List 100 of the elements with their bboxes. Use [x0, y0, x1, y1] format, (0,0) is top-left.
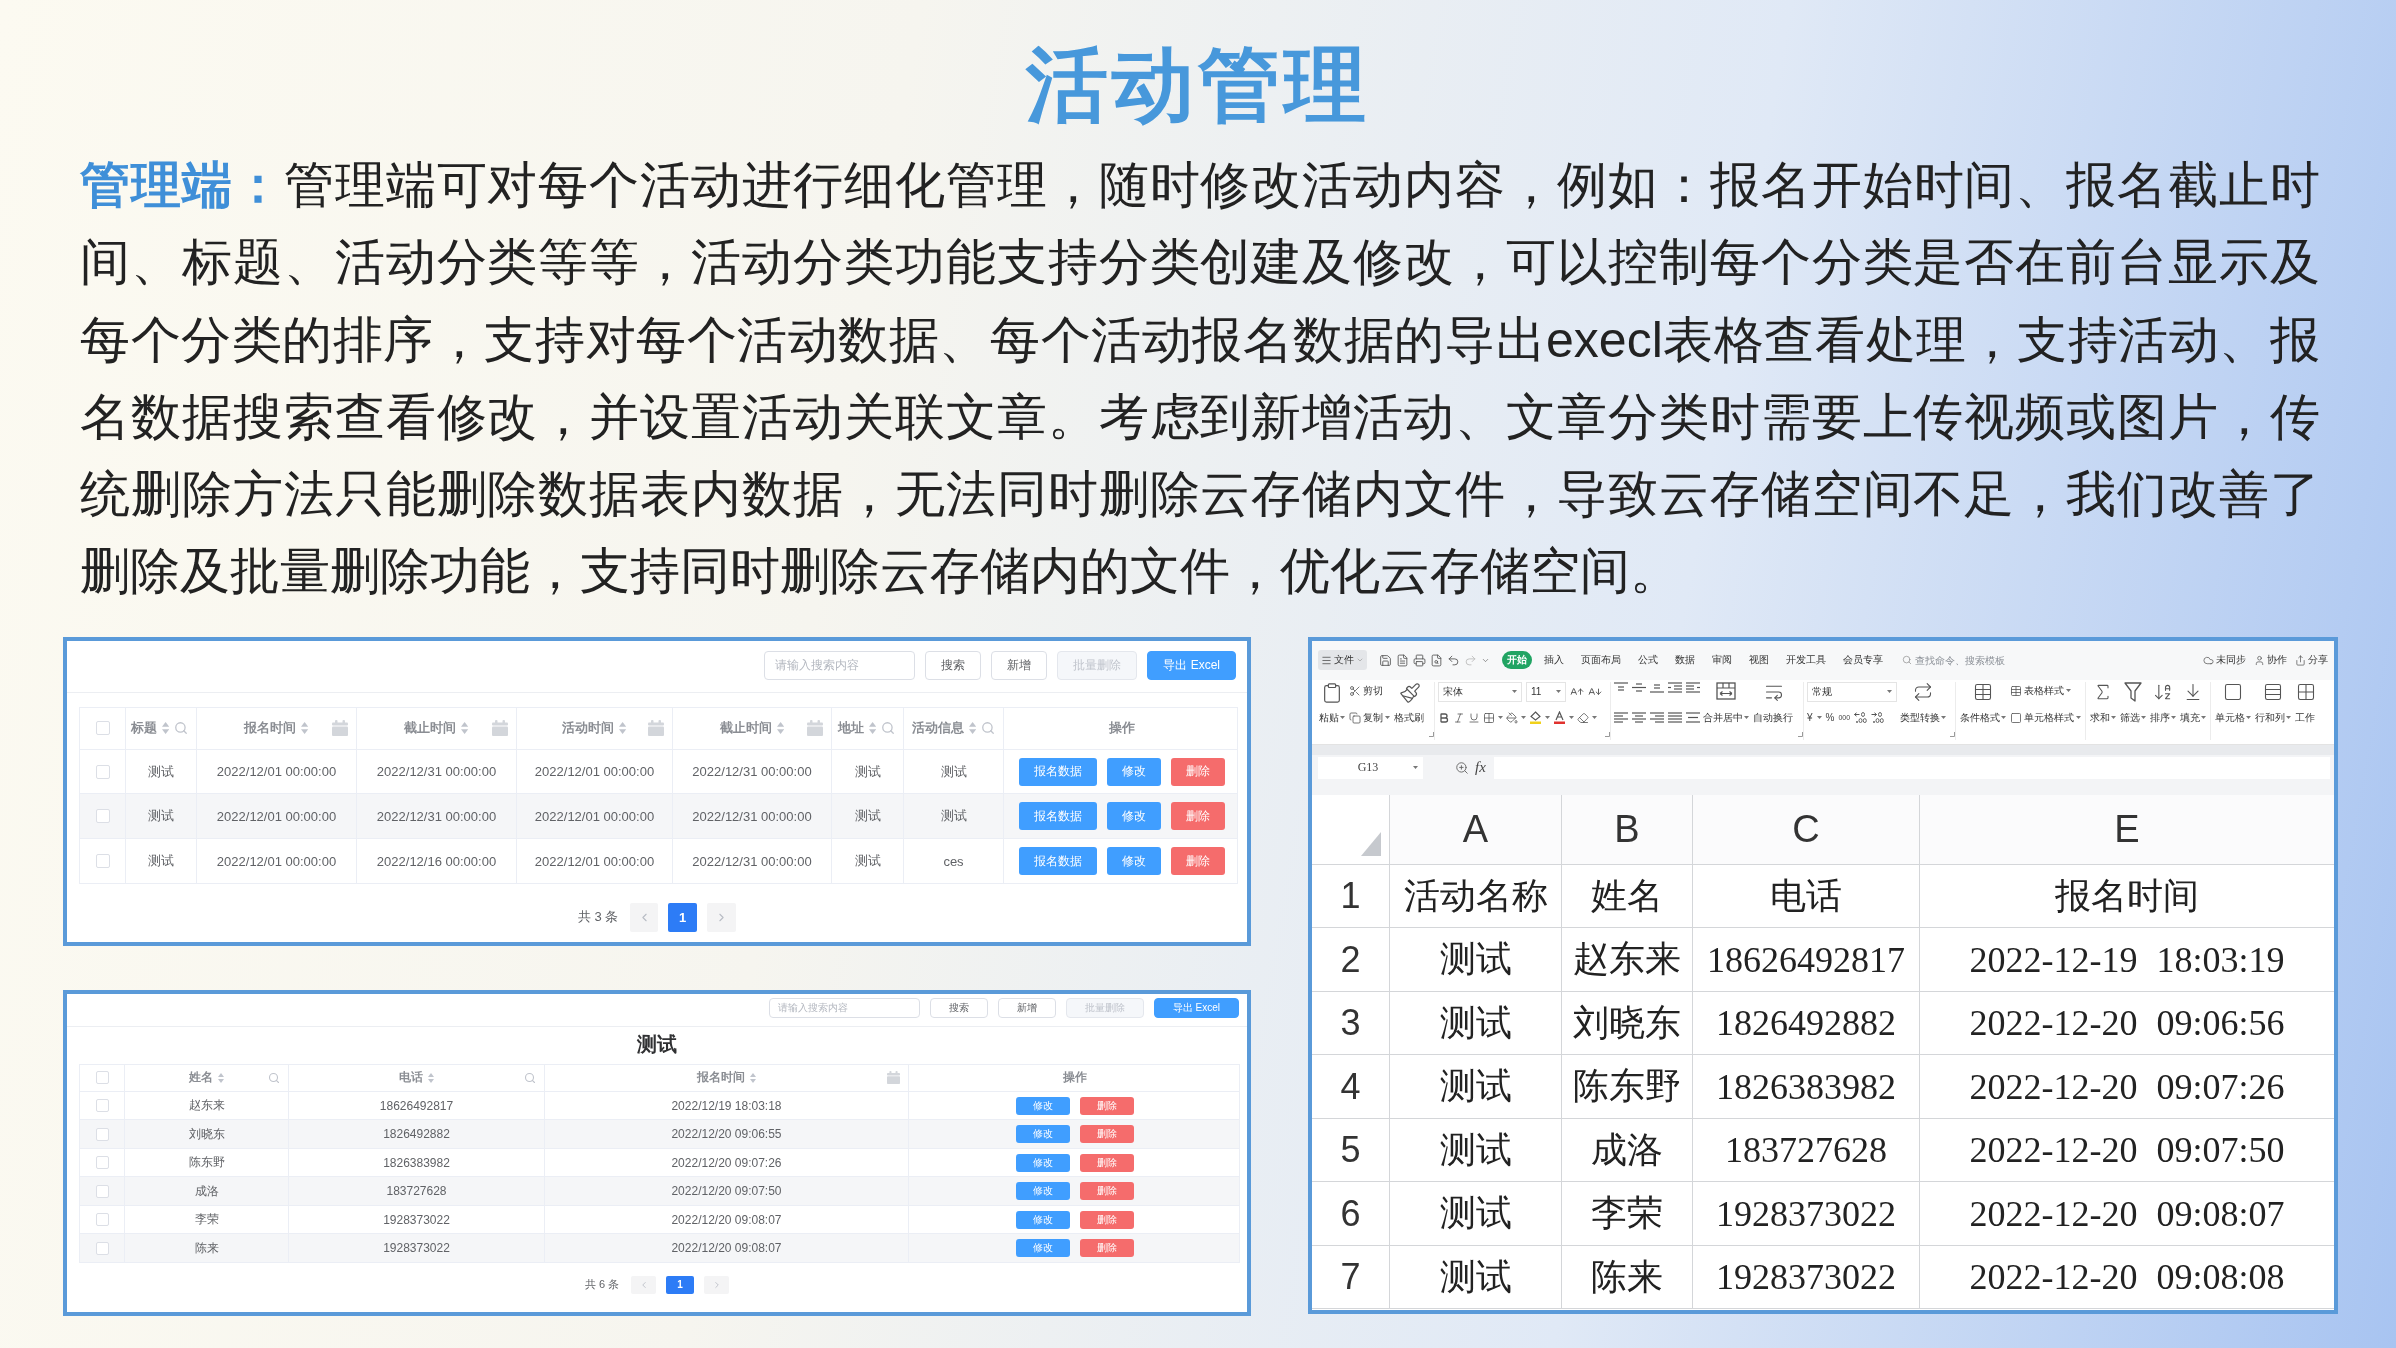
square-icon[interactable]: [2223, 681, 2243, 702]
checkbox[interactable]: [95, 1184, 109, 1198]
dropdown-caret-icon[interactable]: [1521, 716, 1526, 720]
bold-icon[interactable]: [1438, 711, 1450, 724]
ribbon-tab[interactable]: 页面布局: [1576, 651, 1626, 670]
save-icon[interactable]: [1379, 653, 1392, 667]
share-icon[interactable]: [2295, 654, 2306, 666]
checkbox[interactable]: [95, 1156, 109, 1170]
ribbon-button[interactable]: 单元格: [2214, 681, 2252, 724]
decrease-decimal-icon[interactable]: [1871, 712, 1885, 724]
search-field[interactable]: 请输入搜索内容: [764, 650, 916, 680]
ribbon-tab[interactable]: 审阅: [1707, 651, 1737, 670]
zoom-icon[interactable]: [1455, 760, 1469, 775]
toolbar-button[interactable]: 新增: [997, 997, 1056, 1018]
dropdown-caret-icon[interactable]: [2066, 689, 2071, 693]
align-center-icon[interactable]: [1632, 712, 1646, 724]
row-header[interactable]: 1: [1312, 864, 1390, 929]
share-button[interactable]: 分享: [2295, 653, 2328, 668]
dropdown-caret-icon[interactable]: [2246, 716, 2251, 720]
ribbon-button[interactable]: 求和: [2089, 681, 2117, 724]
column-header[interactable]: A: [1390, 794, 1562, 865]
print-icon[interactable]: [1413, 653, 1426, 667]
column-header[interactable]: E: [1920, 794, 2334, 865]
clipboard-icon[interactable]: [1321, 681, 1343, 704]
collaborate-button[interactable]: 协作: [2254, 653, 2287, 668]
dropdown-caret-icon[interactable]: [1340, 716, 1345, 720]
table-icon[interactable]: [1973, 681, 1993, 702]
ribbon-button[interactable]: 表格样式: [2009, 684, 2082, 697]
toolbar-button[interactable]: 新增: [991, 650, 1048, 680]
row-header[interactable]: 2: [1312, 928, 1390, 992]
ribbon-button[interactable]: 自动换行: [1752, 681, 1795, 724]
square-icon[interactable]: [2010, 711, 2022, 724]
outdent-icon[interactable]: [1668, 682, 1682, 694]
row-header[interactable]: 4: [1312, 1055, 1390, 1119]
checkbox[interactable]: [95, 1213, 109, 1227]
row-header[interactable]: 7: [1312, 1245, 1390, 1310]
ribbon-button[interactable]: 类型转换: [1899, 681, 1947, 724]
dialog-launcher-icon[interactable]: [1950, 731, 1955, 737]
font-name-field[interactable]: 宋体: [1438, 681, 1522, 702]
table-row[interactable]: 陈东野 1826383982 2022/12/20 09:07:26 修改 删除: [80, 1148, 1239, 1178]
row-header[interactable]: 6: [1312, 1182, 1390, 1246]
fill-color-icon[interactable]: [1529, 711, 1542, 725]
ribbon-tab[interactable]: 公式: [1633, 651, 1663, 670]
align-right-icon[interactable]: [1650, 712, 1664, 724]
ribbon-button[interactable]: 筛选: [2119, 681, 2147, 724]
dropdown-caret-icon[interactable]: [2171, 716, 2176, 720]
dropdown-caret-icon[interactable]: [1498, 716, 1503, 720]
toolbar-button[interactable]: 搜索: [925, 650, 982, 680]
grid-icon[interactable]: [2295, 681, 2316, 702]
sheet-cell[interactable]: 成洛: [1562, 1118, 1693, 1183]
repeat-icon[interactable]: [1913, 681, 1933, 702]
ribbon-tab[interactable]: 插入: [1539, 651, 1569, 670]
table-row[interactable]: 陈来 1928373022 2022/12/20 09:08:07 修改 删除: [80, 1234, 1239, 1263]
dropdown-caret-icon[interactable]: [1556, 690, 1561, 694]
border-icon[interactable]: [1483, 711, 1495, 724]
table-row[interactable]: 测试 2022/12/01 00:00:00 2022/12/16 00:00:00 2022/12/01 00:00:00 2022/12/31 00:00:00 测试 ces 报名数据 修改 删除: [80, 839, 1237, 884]
print-preview-icon[interactable]: [1430, 653, 1443, 667]
number-format-button[interactable]: %: [1825, 711, 1835, 724]
column-header[interactable]: C: [1693, 794, 1920, 865]
ribbon-button[interactable]: 工作: [2294, 681, 2317, 724]
ribbon-button[interactable]: 复制: [1348, 711, 1391, 724]
sheet-cell[interactable]: 活动名称: [1390, 864, 1562, 929]
dropdown-caret-icon[interactable]: [1385, 716, 1390, 720]
ribbon-tab[interactable]: 开发工具: [1781, 651, 1831, 670]
sheet-cell[interactable]: 测试: [1390, 1118, 1562, 1183]
dialog-launcher-icon[interactable]: [1798, 731, 1803, 737]
dropdown-caret-icon[interactable]: [1545, 716, 1550, 720]
checkbox[interactable]: [95, 809, 110, 824]
sheet-cell[interactable]: 测试: [1390, 928, 1562, 992]
page-button[interactable]: 1: [668, 902, 698, 932]
sheet-cell[interactable]: 18626492817: [1693, 928, 1920, 992]
column-header[interactable]: B: [1562, 794, 1693, 865]
page-button[interactable]: 1: [666, 1275, 695, 1294]
dropdown-caret-icon[interactable]: [2076, 716, 2081, 720]
dropdown-caret-icon[interactable]: [2001, 716, 2006, 720]
underline-icon[interactable]: [1468, 711, 1480, 724]
checkbox[interactable]: [95, 1127, 109, 1141]
checkbox[interactable]: [95, 1071, 109, 1085]
dropdown-caret-icon[interactable]: [1592, 716, 1597, 720]
cloud-icon[interactable]: [2203, 654, 2214, 666]
dropdown-caret-icon[interactable]: [2201, 716, 2206, 720]
ribbon-button[interactable]: 排序: [2149, 681, 2177, 724]
filter-icon[interactable]: [2124, 681, 2142, 702]
dropdown-caret-icon[interactable]: [2286, 716, 2291, 720]
table-row[interactable]: 测试 2022/12/01 00:00:00 2022/12/31 00:00:00 2022/12/01 00:00:00 2022/12/31 00:00:00 测试 测试 报名数据 修改 删除: [80, 749, 1237, 795]
sheet-cell[interactable]: 电话: [1693, 864, 1920, 929]
table-icon[interactable]: [2010, 684, 2022, 697]
sheet-cell[interactable]: 测试: [1390, 1055, 1562, 1119]
checkbox[interactable]: [95, 854, 110, 868]
document-icon[interactable]: [1396, 653, 1409, 667]
ribbon-button[interactable]: 填充: [2179, 681, 2207, 724]
sheet-cell[interactable]: 陈来: [1562, 1245, 1693, 1310]
dropdown-caret-icon[interactable]: [2111, 716, 2116, 720]
checkbox[interactable]: [95, 1241, 109, 1255]
font-color-icon[interactable]: [1553, 711, 1566, 725]
row-header[interactable]: 3: [1312, 991, 1390, 1056]
checkbox[interactable]: [95, 1099, 109, 1113]
ribbon-button[interactable]: 条件格式: [1959, 681, 2007, 724]
eraser-icon[interactable]: [1577, 711, 1589, 724]
dropdown-caret-icon[interactable]: [1887, 690, 1892, 694]
